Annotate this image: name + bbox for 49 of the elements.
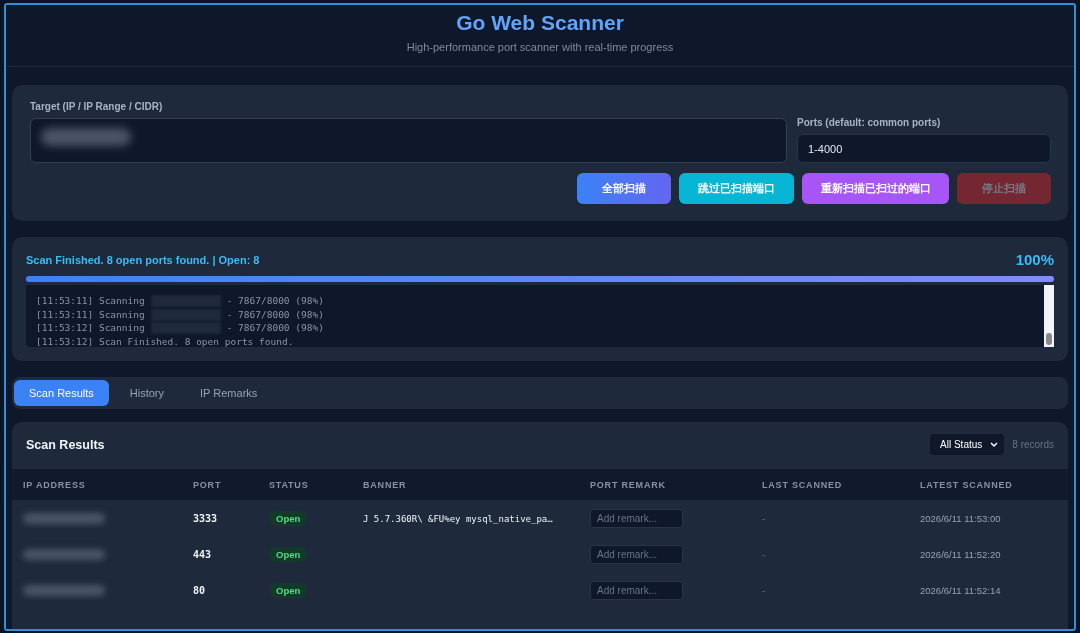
progress-percent: 100% (1015, 251, 1054, 268)
table-cell: 443 (193, 548, 212, 560)
log-line: - 7867/8000 (98%) (226, 322, 324, 334)
app-subtitle: High-performance port scanner with real-time progress (406, 41, 674, 53)
column-header: PORT (182, 469, 258, 500)
column-header: IP ADDRESS (12, 469, 182, 500)
log-line: [11:53:11] Scanning (36, 295, 145, 307)
tab[interactable]: Scan Results (14, 380, 109, 406)
column-header: LAST SCANNED (751, 469, 909, 500)
table-cell: - (762, 548, 766, 560)
log-line: [11:53:12] Scanning (36, 322, 145, 334)
column-header: PORT REMARK (579, 469, 751, 500)
target-field[interactable] (30, 118, 787, 163)
chevron-icon (990, 441, 999, 448)
status-badge: Open (269, 582, 308, 598)
record-count: 8 records (1012, 439, 1054, 450)
status-badge: Open (269, 546, 308, 562)
ports-field[interactable]: 1-4000 (797, 134, 1051, 163)
scrollbar[interactable] (1044, 285, 1054, 347)
table-cell: 3333 (193, 512, 218, 524)
log-line: - 7867/8000 (98%) (226, 308, 324, 321)
scan-all-button[interactable]: 全部扫描 (577, 173, 671, 204)
section-title: Scan Results (26, 437, 106, 452)
ports-label: Ports (default: common ports) (797, 117, 942, 128)
log-line: - 7867/8000 (98%) (226, 295, 324, 307)
table-cell: 2026/6/11 11:53:00 (920, 512, 1001, 524)
tab[interactable]: IP Remarks (185, 380, 273, 406)
remark-field[interactable]: Add remark... (590, 580, 683, 600)
column-header: BANNER (352, 469, 579, 500)
table-cell: - (762, 512, 766, 524)
table-cell: 2026/6/11 11:52:20 (920, 548, 1001, 560)
tab[interactable]: History (114, 380, 180, 406)
column-header: LATEST SCANNED (909, 469, 1068, 500)
rescan-button[interactable]: 重新扫描已扫过的端口 (802, 173, 949, 204)
column-header: STATUS (258, 469, 352, 500)
target-label: Target (IP / IP Range / CIDR) (30, 101, 164, 112)
table-cell: J 5.7.360R\ &FU%ey mysql_native_pa… (363, 513, 553, 524)
log-line: [11:53:12] Scan Finished. 8 open ports found. (36, 335, 295, 347)
app-title: Go Web Scanner (456, 11, 624, 35)
log-line: [11:53:11] Scanning (36, 308, 145, 321)
table-cell: - (762, 584, 766, 596)
scan-status: Scan Finished. 8 open ports found. | Open: 8 (26, 253, 260, 266)
remark-field[interactable]: Add remark... (590, 544, 683, 564)
table-cell: 80 (193, 584, 206, 596)
status-badge: Open (269, 510, 308, 526)
status-filter[interactable]: All Status (930, 434, 1005, 455)
table-cell: 2026/6/11 11:52:14 (920, 584, 1001, 596)
skip-scanned-button[interactable]: 跳过已扫描端口 (679, 173, 794, 204)
remark-field[interactable]: Add remark... (590, 508, 683, 528)
